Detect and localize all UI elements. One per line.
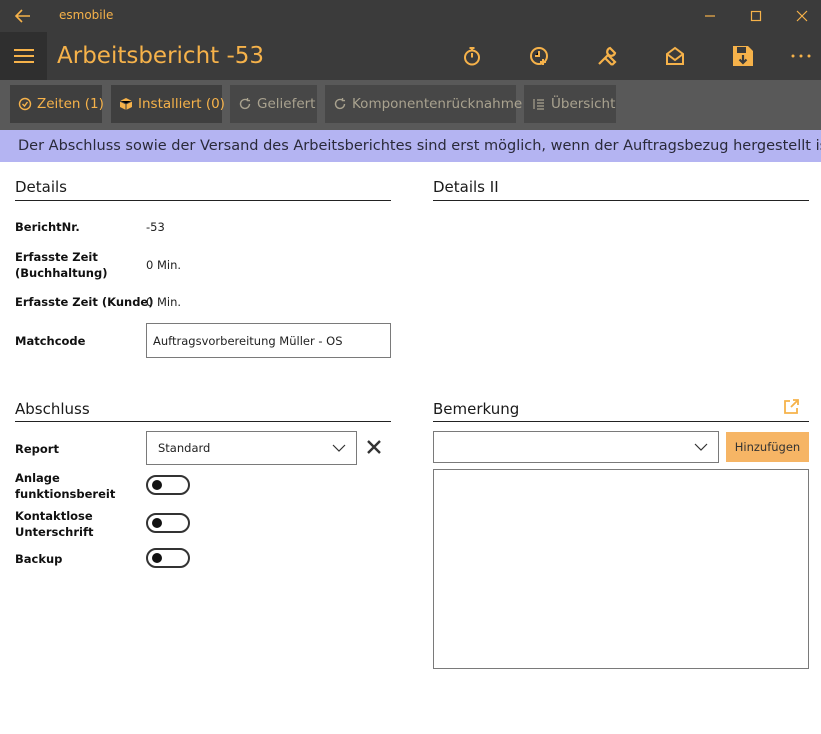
zeiten-label: Zeiten (1) [37,96,104,112]
save-download-icon[interactable] [729,42,757,70]
minimize-button[interactable] [687,0,733,32]
stopwatch-icon[interactable] [458,42,486,70]
refresh-icon [334,98,346,110]
toolbar: Zeiten (1) Installiert (0) Geliefert Kom… [0,80,821,130]
details-title: Details [15,178,68,196]
refresh-icon [239,98,251,110]
clock-add-icon[interactable] [525,42,553,70]
zeiten-button[interactable]: Zeiten (1) [10,85,104,123]
box-icon [119,98,133,110]
app-title: esmobile [59,8,114,22]
hinzufuegen-button[interactable]: Hinzufügen [726,432,809,462]
abschluss-title: Abschluss [15,400,90,418]
berichtnr-value: -53 [146,220,165,234]
erfasste-zeit-buchhaltung-value: 0 Min. [146,258,182,272]
details2-divider [433,200,809,201]
kontaktlose-unterschrift-toggle[interactable] [146,513,190,533]
anlage-funktionsbereit-toggle[interactable] [146,475,190,495]
list-icon [533,99,544,110]
installiert-label: Installiert (0) [138,96,225,112]
app-header: Arbeitsbericht -53 [0,32,821,80]
geliefert-label: Geliefert [257,96,316,112]
installiert-button[interactable]: Installiert (0) [111,85,225,123]
erfasste-zeit-buchhaltung-label: Erfasste Zeit (Buchhaltung) [15,250,108,280]
mail-open-icon[interactable] [661,42,689,70]
komponentenruecknahme-button[interactable]: Komponentenrücknahme [325,85,522,123]
komponentenruecknahme-label: Komponentenrücknahme [352,96,523,112]
matchcode-field[interactable]: Auftragsvorbereitung Müller - OS [146,323,391,358]
clock-check-icon [18,97,32,111]
erfasste-zeit-kunde-value: 0 Min. [146,295,182,309]
external-link-icon[interactable] [782,398,800,416]
matchcode-label: Matchcode [15,334,86,348]
title-bar: esmobile [0,0,821,32]
bemerkung-select[interactable] [433,431,719,463]
report-label: Report [15,442,59,456]
chevron-down-icon [332,444,346,452]
geliefert-button[interactable]: Geliefert [230,85,317,123]
tools-icon[interactable] [593,42,621,70]
erfasste-zeit-kunde-label: Erfasste Zeit (Kunde) [15,295,154,309]
uebersicht-button[interactable]: Übersicht [524,85,616,123]
more-icon[interactable] [787,42,815,70]
abschluss-divider [15,421,391,422]
report-select[interactable]: Standard [146,431,357,465]
info-banner: Der Abschluss sowie der Versand des Arbe… [0,130,821,162]
bemerkung-divider [433,421,809,422]
berichtnr-label: BerichtNr. [15,220,80,234]
close-window-button[interactable] [779,0,821,32]
bemerkung-title: Bemerkung [433,400,520,418]
details-divider [15,200,391,201]
uebersicht-label: Übersicht [551,96,616,112]
bemerkung-textarea[interactable] [433,469,809,669]
details2-title: Details II [433,178,499,196]
report-select-value: Standard [158,441,211,455]
kontaktlose-unterschrift-label: Kontaktlose Unterschrift [15,509,94,539]
chevron-down-icon [694,443,708,451]
page-title: Arbeitsbericht -53 [57,43,265,69]
clear-report-icon[interactable] [366,439,382,455]
backup-toggle[interactable] [146,548,190,568]
back-arrow-icon[interactable] [12,6,34,26]
maximize-button[interactable] [733,0,779,32]
hamburger-menu-icon[interactable] [0,32,47,80]
anlage-funktionsbereit-label: Anlage funktionsbereit [15,471,116,501]
backup-label: Backup [15,552,63,566]
